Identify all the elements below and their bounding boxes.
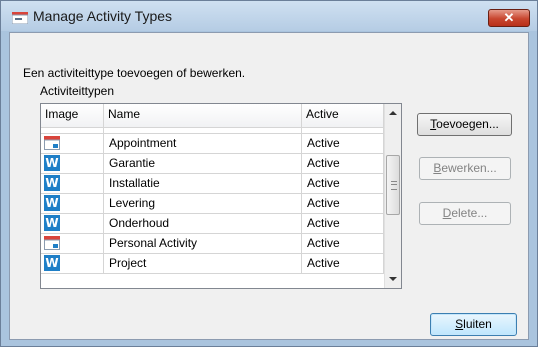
close-button-mnemonic: S xyxy=(455,317,464,331)
edit-button-label: ewerken... xyxy=(441,161,497,175)
list-item[interactable]: Appointment Active xyxy=(41,134,384,154)
list-rows: Appointment Active W Garantie Active W Install… xyxy=(41,128,384,274)
close-button[interactable]: Sluiten xyxy=(430,313,517,336)
active-cell: Active xyxy=(302,214,384,233)
word-icon: W xyxy=(44,195,60,211)
vertical-scrollbar[interactable] xyxy=(384,104,401,288)
delete-button-label: elete... xyxy=(451,206,488,220)
name-cell: Levering xyxy=(104,194,302,213)
list-item[interactable]: W Installatie Active xyxy=(41,174,384,194)
activity-types-list[interactable]: Image Name Active Appointment Active W Gara… xyxy=(40,103,402,289)
active-cell: Active xyxy=(302,234,384,253)
list-header: Image Name Active xyxy=(41,104,384,128)
add-button[interactable]: Toevoegen... xyxy=(417,113,512,136)
image-cell: W xyxy=(41,154,104,173)
name-cell: Garantie xyxy=(104,154,302,173)
name-cell: Personal Activity xyxy=(104,234,302,253)
list-item[interactable]: Personal Activity Active xyxy=(41,234,384,254)
image-cell: W xyxy=(41,174,104,193)
active-cell: Active xyxy=(302,254,384,273)
active-cell: Active xyxy=(302,194,384,213)
column-header-active[interactable]: Active xyxy=(302,104,384,127)
word-icon: W xyxy=(44,175,60,191)
name-cell: Onderhoud xyxy=(104,214,302,233)
active-cell xyxy=(302,128,384,133)
add-button-label: oevoegen... xyxy=(436,117,499,131)
list-item[interactable]: W Project Active xyxy=(41,254,384,274)
window-title: Manage Activity Types xyxy=(33,8,173,24)
active-cell: Active xyxy=(302,134,384,153)
name-cell xyxy=(104,128,302,133)
delete-button[interactable]: Delete... xyxy=(419,202,511,225)
word-icon: W xyxy=(44,215,60,231)
name-cell: Appointment xyxy=(104,134,302,153)
image-cell: W xyxy=(41,214,104,233)
scroll-down-arrow-icon[interactable] xyxy=(389,277,397,281)
image-cell: W xyxy=(41,254,104,273)
title-bar[interactable]: Manage Activity Types ✕ xyxy=(1,1,537,31)
list-group-label: Activiteittypen xyxy=(40,84,115,98)
calendar-icon xyxy=(12,12,28,24)
scroll-up-arrow-icon[interactable] xyxy=(389,111,397,115)
active-cell: Active xyxy=(302,174,384,193)
description-text: Een activiteittype toevoegen of bewerken… xyxy=(23,66,246,80)
list-item[interactable]: W Levering Active xyxy=(41,194,384,214)
name-cell: Project xyxy=(104,254,302,273)
calendar-icon xyxy=(44,136,60,150)
column-header-image[interactable]: Image xyxy=(41,104,104,127)
list-item[interactable]: W Onderhoud Active xyxy=(41,214,384,234)
grip-icon xyxy=(391,181,397,190)
delete-button-mnemonic: D xyxy=(442,206,452,220)
close-button-label: luiten xyxy=(463,317,492,331)
image-cell xyxy=(41,128,104,133)
calendar-icon xyxy=(44,236,60,250)
name-cell: Installatie xyxy=(104,174,302,193)
image-cell xyxy=(41,234,104,253)
close-window-button[interactable]: ✕ xyxy=(488,9,530,27)
active-cell: Active xyxy=(302,154,384,173)
edit-button[interactable]: Bewerken... xyxy=(419,157,511,180)
image-cell xyxy=(41,134,104,153)
image-cell: W xyxy=(41,194,104,213)
word-icon: W xyxy=(44,155,60,171)
column-header-name[interactable]: Name xyxy=(104,104,302,127)
list-item[interactable]: W Garantie Active xyxy=(41,154,384,174)
scroll-thumb[interactable] xyxy=(386,155,400,215)
word-icon: W xyxy=(44,255,60,271)
